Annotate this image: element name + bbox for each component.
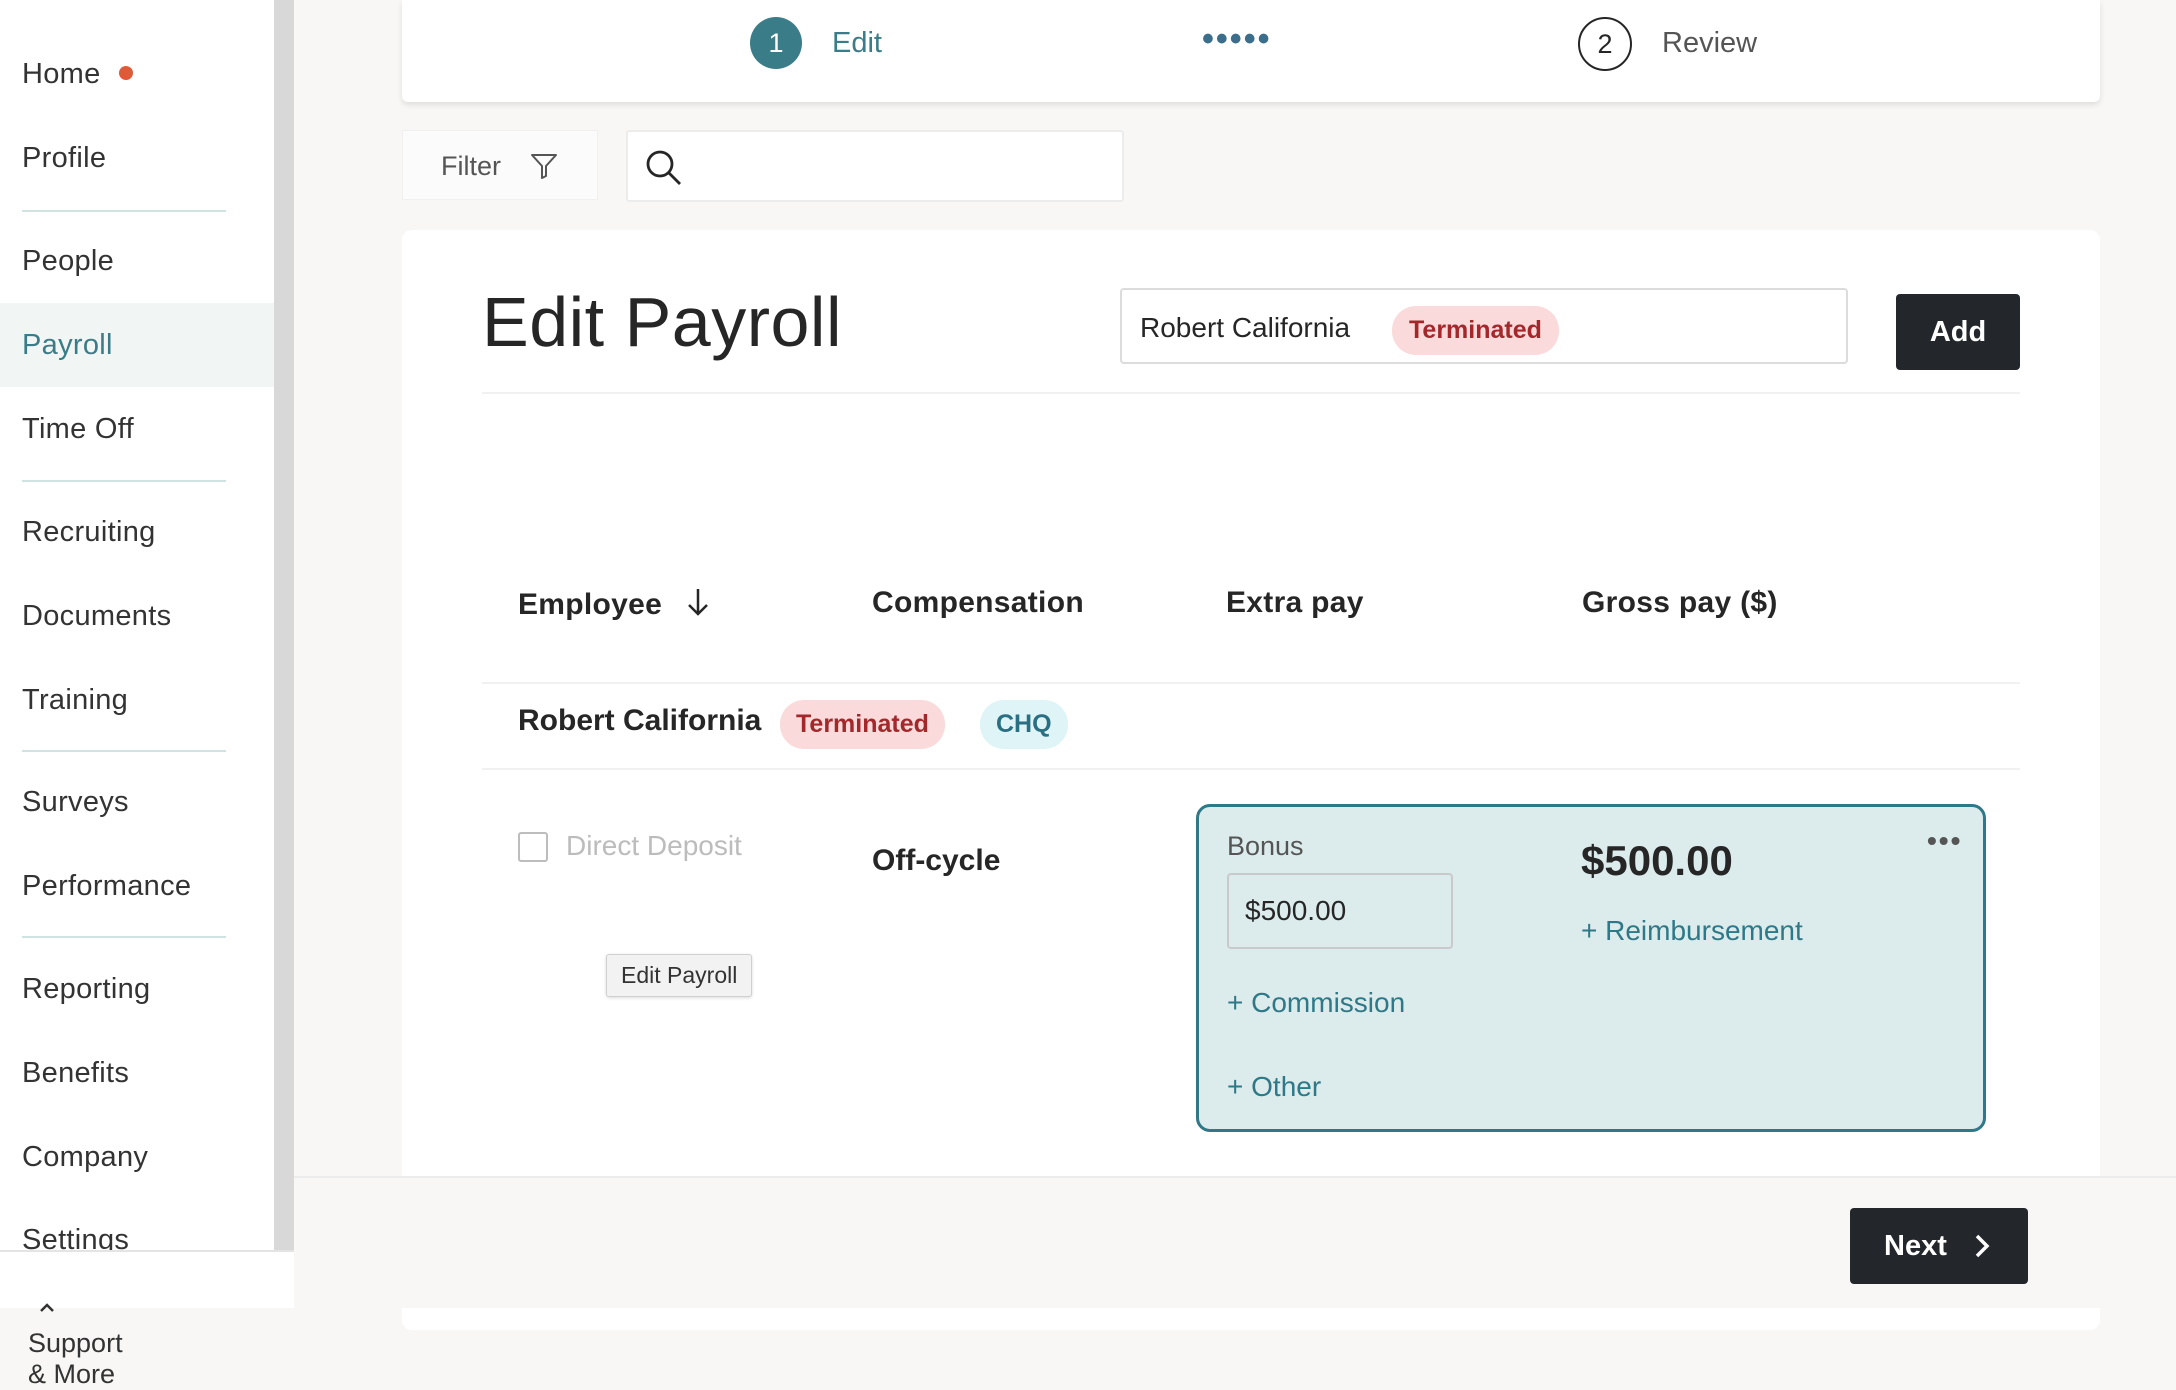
- add-reimbursement-link[interactable]: + Reimbursement: [1581, 915, 1803, 947]
- next-button[interactable]: Next: [1850, 1208, 2028, 1284]
- step-progress-dots: •••••: [1202, 20, 1272, 58]
- sidebar-item-performance[interactable]: Performance: [22, 870, 191, 903]
- sidebar-item-payroll[interactable]: Payroll: [22, 329, 113, 362]
- filter-funnel-icon: [531, 154, 557, 179]
- divider: [482, 768, 2020, 770]
- sidebar-divider: [22, 750, 226, 752]
- search-icon: [646, 150, 681, 185]
- sidebar-item-reporting[interactable]: Reporting: [22, 973, 150, 1006]
- sidebar-item-profile[interactable]: Profile: [22, 142, 106, 175]
- add-employee-button[interactable]: Add: [1896, 294, 2020, 370]
- add-other-link[interactable]: + Other: [1227, 1071, 1321, 1103]
- filter-button[interactable]: Filter: [402, 130, 598, 200]
- sidebar-item-benefits[interactable]: Benefits: [22, 1057, 129, 1090]
- employee-name: Robert California: [518, 704, 762, 737]
- step-1-indicator[interactable]: 1: [750, 17, 802, 69]
- column-header-extra-pay: Extra pay: [1226, 586, 1364, 619]
- sidebar-item-recruiting[interactable]: Recruiting: [22, 516, 156, 549]
- gross-pay-value: $500.00: [1581, 837, 1733, 884]
- tooltip: Edit Payroll: [606, 954, 753, 997]
- column-header-compensation: Compensation: [872, 586, 1084, 619]
- chevron-right-icon: [1975, 1234, 1990, 1258]
- next-button-label: Next: [1884, 1229, 1947, 1262]
- column-header-employee[interactable]: Employee: [518, 586, 711, 622]
- direct-deposit-label: Direct Deposit: [566, 830, 742, 861]
- sort-arrow-down-icon: [687, 589, 708, 616]
- status-badge: Terminated: [780, 700, 945, 749]
- divider: [482, 392, 2020, 394]
- chevron-up-icon: [40, 1303, 54, 1312]
- employee-select[interactable]: Robert California Terminated: [1120, 288, 1848, 364]
- sidebar-item-home[interactable]: Home: [22, 58, 133, 91]
- support-label-text: Support & More: [28, 1328, 123, 1389]
- sidebar-divider: [22, 480, 226, 482]
- column-header-gross-pay: Gross pay ($): [1582, 586, 1778, 619]
- sidebar-item-label: Home: [22, 58, 101, 90]
- notification-dot-icon: [118, 66, 133, 81]
- sidebar-item-time-off[interactable]: Time Off: [22, 413, 134, 446]
- column-header-label: Employee: [518, 588, 663, 621]
- step-1-label[interactable]: Edit: [832, 27, 882, 60]
- page-title: Edit Payroll: [482, 283, 843, 361]
- support-menu-toggle[interactable]: Support & More: [0, 1250, 294, 1389]
- compensation-value: Off-cycle: [872, 844, 1001, 877]
- payroll-stepper: 1 Edit ••••• 2 Review: [402, 0, 2100, 102]
- sidebar-item-people[interactable]: People: [22, 245, 114, 278]
- payment-method-badge: CHQ: [980, 700, 1068, 749]
- sidebar: Home Profile People Payroll Time Off Rec…: [0, 0, 274, 1306]
- edit-payroll-card: Edit Payroll Robert California Terminate…: [402, 230, 2100, 1330]
- sidebar-item-documents[interactable]: Documents: [22, 600, 171, 633]
- employee-select-name: Robert California: [1140, 312, 1351, 343]
- sidebar-item-surveys[interactable]: Surveys: [22, 786, 129, 819]
- step-2-indicator[interactable]: 2: [1578, 17, 1632, 71]
- sidebar-item-training[interactable]: Training: [22, 684, 128, 717]
- sidebar-divider: [22, 210, 226, 212]
- bonus-label: Bonus: [1227, 831, 1304, 861]
- search-input[interactable]: [698, 142, 1112, 192]
- sidebar-item-company[interactable]: Company: [22, 1141, 148, 1174]
- divider: [482, 682, 2020, 684]
- status-badge: Terminated: [1392, 306, 1559, 355]
- sidebar-divider: [22, 936, 226, 938]
- add-commission-link[interactable]: + Commission: [1227, 987, 1405, 1019]
- bonus-input[interactable]: [1227, 873, 1453, 949]
- direct-deposit-checkbox[interactable]: [518, 832, 548, 862]
- filter-label: Filter: [441, 151, 501, 181]
- extra-pay-panel: Bonus + Commission + Other $500.00 + Rei…: [1196, 804, 1986, 1132]
- step-2-label[interactable]: Review: [1662, 27, 1757, 60]
- search-box: [626, 130, 1124, 202]
- sidebar-scrollbar[interactable]: [274, 0, 294, 1252]
- more-options-icon[interactable]: •••: [1927, 825, 1962, 857]
